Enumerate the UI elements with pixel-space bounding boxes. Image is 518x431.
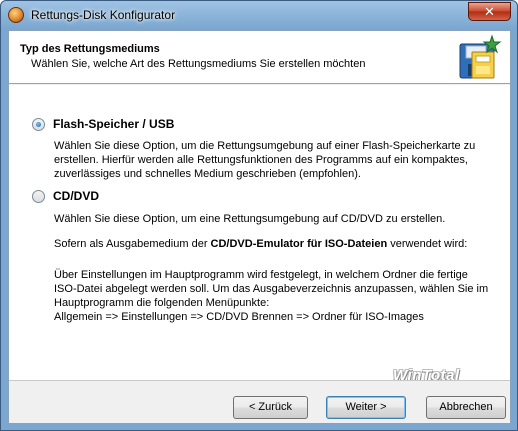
emulator-suffix: verwendet wird: [387, 238, 468, 250]
wizard-header: Typ des Rettungsmediums Wählen Sie, welc… [9, 31, 510, 84]
flash-usb-description: Wählen Sie diese Option, um die Rettungs… [54, 139, 475, 181]
instruction-line: Über Einstellungen im Hauptprogramm wird… [54, 269, 468, 281]
page-title: Typ des Rettungsmediums [20, 43, 160, 55]
wizard-client-area: Typ des Rettungsmediums Wählen Sie, welc… [8, 30, 511, 424]
cancel-button[interactable]: Abbrechen [426, 396, 506, 419]
flash-usb-label[interactable]: Flash-Speicher / USB [53, 117, 174, 131]
emulator-name: CD/DVD-Emulator für ISO-Dateien [210, 238, 388, 250]
flash-usb-radio[interactable] [32, 118, 45, 131]
wintotal-watermark: WinTotal [393, 367, 460, 384]
instruction-line: Hauptprogramm die folgenden Menüpunkte: [54, 297, 270, 309]
description-line: zuverlässiges und schnelles Medium gesch… [54, 168, 361, 180]
next-button[interactable]: Weiter > [326, 396, 406, 419]
iso-folder-instructions: Über Einstellungen im Hauptprogramm wird… [54, 268, 488, 324]
window-title: Rettungs-Disk Konfigurator [31, 8, 176, 22]
emulator-note: Sofern als Ausgabemedium der CD/DVD-Emul… [54, 237, 467, 251]
cd-dvd-description: Wählen Sie diese Option, um eine Rettung… [54, 212, 445, 226]
instruction-line: ISO-Datei abgelegt werden soll. Um das A… [54, 283, 489, 295]
rescue-disk-icon [459, 34, 502, 79]
description-line: Wählen Sie diese Option, um eine Rettung… [54, 213, 446, 225]
footer-divider [9, 380, 510, 381]
description-line: Wählen Sie diese Option, um die Rettungs… [54, 140, 476, 152]
close-button[interactable]: ✕ [468, 2, 511, 21]
description-line: erstellen. Hierfür werden alle Rettungsf… [54, 154, 468, 166]
app-icon [8, 7, 24, 23]
back-button[interactable]: < Zurück [233, 396, 308, 419]
emulator-prefix: Sofern als Ausgabemedium der [54, 238, 211, 250]
wizard-window: Rettungs-Disk Konfigurator ✕ Typ des Ret… [0, 0, 518, 431]
instruction-line: Allgemein => Einstellungen => CD/DVD Bre… [54, 311, 424, 323]
title-bar[interactable]: Rettungs-Disk Konfigurator ✕ [1, 1, 517, 29]
cd-dvd-radio[interactable] [32, 190, 45, 203]
cd-dvd-label[interactable]: CD/DVD [53, 189, 99, 203]
wizard-body: Flash-Speicher / USB Wählen Sie diese Op… [9, 85, 510, 380]
page-subtitle: Wählen Sie, welche Art des Rettungsmediu… [31, 58, 366, 70]
